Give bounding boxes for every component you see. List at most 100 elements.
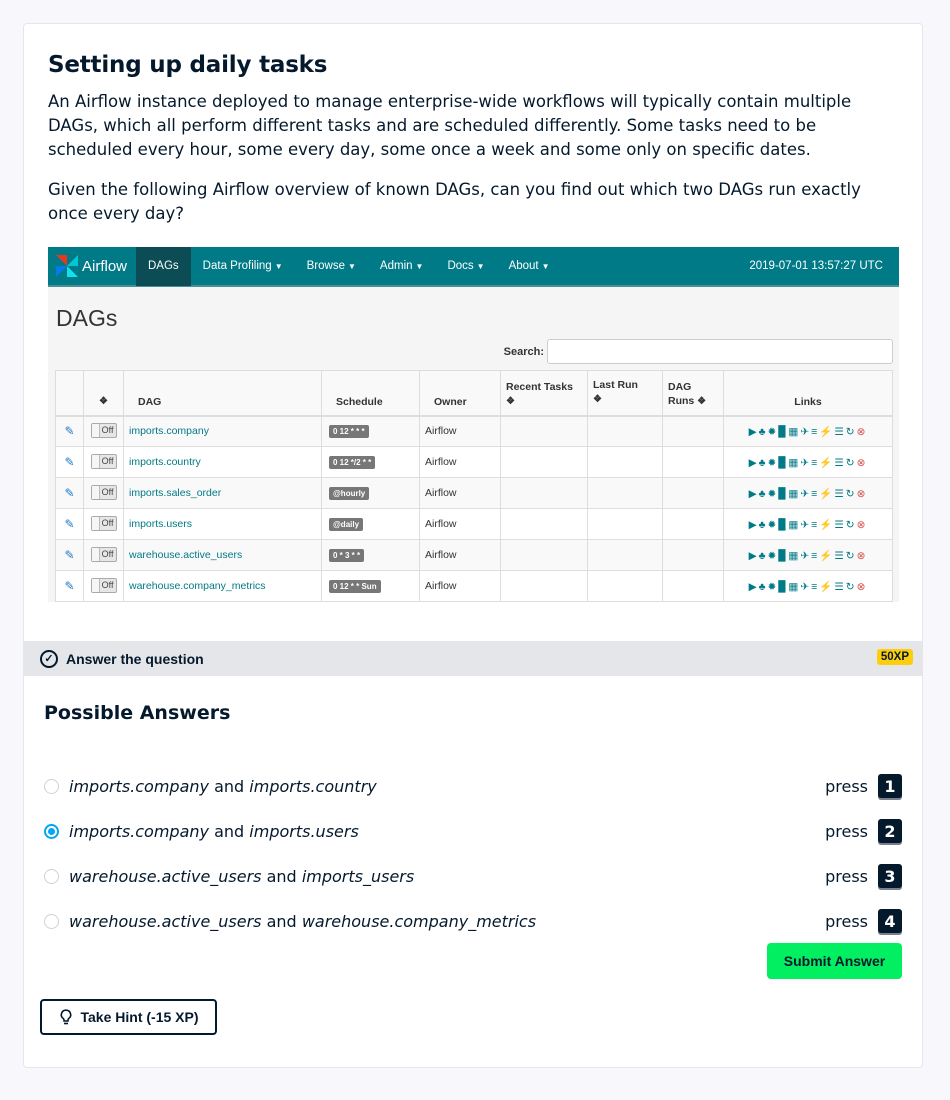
dag-cell: imports.sales_order <box>123 477 322 509</box>
table-row: ✎ Off imports.company 0 12 * * * Airflow ▶♣✹▉… <box>55 415 893 447</box>
info-icon: ❖ <box>697 395 707 407</box>
answer-dag-a: imports.company <box>69 821 209 841</box>
edit-cell: ✎ <box>55 570 84 602</box>
schedule-badge: 0 12 * * * <box>329 424 369 438</box>
toggle-cell: Off <box>83 446 124 478</box>
exercise-title: Setting up daily tasks <box>48 52 328 78</box>
last-run-cell <box>587 570 663 602</box>
tasks-icon: ▦ <box>788 549 801 562</box>
plane-icon: ✈ <box>800 456 812 469</box>
answer-text: warehouse.active_users and warehouse.com… <box>69 912 536 931</box>
refresh-icon: ↻ <box>845 580 857 593</box>
press-hint: press 3 <box>825 864 902 888</box>
owner-cell: Airflow <box>419 446 501 478</box>
recent-tasks-cell <box>500 570 588 602</box>
radio-button[interactable] <box>44 778 59 794</box>
play-circle-icon: ▶ <box>748 487 759 500</box>
owner-cell: Airflow <box>419 539 501 571</box>
table-row: ✎ Off warehouse.company_metrics 0 12 * * Su… <box>55 570 893 602</box>
answer-dag-a: imports.company <box>69 776 209 796</box>
col-last-run: Last Run ❖ <box>587 370 663 417</box>
owner-text: Airflow <box>425 456 457 468</box>
tree-icon: ♣ <box>758 456 768 469</box>
answer-option[interactable]: warehouse.active_users and imports_users… <box>44 861 902 891</box>
plane-icon: ✈ <box>800 549 812 562</box>
answer-dag-a: warehouse.active_users <box>69 866 262 886</box>
owner-text: Airflow <box>425 549 457 561</box>
answer-join: and <box>266 866 297 886</box>
table-row: ✎ Off warehouse.active_users 0 * 3 * * Airfl… <box>55 539 893 571</box>
dag-runs-cell <box>662 570 724 602</box>
delete-icon: ⊗ <box>856 456 868 469</box>
toggle-cell: Off <box>83 508 124 540</box>
take-hint-button[interactable]: Take Hint (-15 XP) <box>40 999 217 1035</box>
answer-option[interactable]: warehouse.active_users and warehouse.com… <box>44 906 902 936</box>
last-run-cell <box>587 539 663 571</box>
schedule-cell: 0 12 * * * <box>321 415 420 447</box>
edit-cell: ✎ <box>55 477 84 509</box>
answer-text: imports.company and imports.country <box>69 777 377 796</box>
col-label: Last Run <box>593 379 638 391</box>
nav-data-profiling: Data Profiling ▼ <box>191 247 295 286</box>
radio-button[interactable] <box>44 823 59 839</box>
nav-label: Browse <box>306 260 345 272</box>
answer-bar-label: Answer the question <box>66 650 204 667</box>
key-badge: 1 <box>878 774 902 798</box>
links-group: ▶♣✹▉▦✈≡⚡☰↻⊗ <box>749 488 868 500</box>
schedule-cell: @hourly <box>321 477 420 509</box>
toggle-cell: Off <box>83 477 124 509</box>
press-hint: press 2 <box>825 819 902 843</box>
info-icon: ❖ <box>593 394 602 405</box>
dag-runs-cell <box>662 415 724 447</box>
links-cell: ▶♣✹▉▦✈≡⚡☰↻⊗ <box>723 570 893 602</box>
table-row: ✎ Off imports.country 0 12 */2 * * Airflow ▶♣… <box>55 446 893 478</box>
bolt-icon: ⚡ <box>819 518 835 531</box>
links-cell: ▶♣✹▉▦✈≡⚡☰↻⊗ <box>723 415 893 447</box>
chevron-down-icon: ▼ <box>348 261 356 271</box>
recent-tasks-cell <box>500 477 588 509</box>
list-icon: ☰ <box>834 425 846 438</box>
recent-tasks-cell <box>500 446 588 478</box>
nav-about: About ▼ <box>497 247 562 286</box>
press-label: press <box>825 776 868 796</box>
plane-icon: ✈ <box>800 580 812 593</box>
radio-button[interactable] <box>44 913 59 929</box>
lightbulb-icon <box>60 1009 71 1025</box>
edit-icon: ✎ <box>64 548 75 562</box>
dag-cell: imports.country <box>123 446 322 478</box>
answer-option[interactable]: imports.company and imports.country press… <box>44 771 902 801</box>
delete-icon: ⊗ <box>856 580 868 593</box>
answer-text: imports.company and imports.users <box>69 822 359 841</box>
col-label: Recent Tasks <box>506 380 573 393</box>
chevron-down-icon: ▼ <box>274 261 283 271</box>
play-circle-icon: ▶ <box>748 580 759 593</box>
answer-dag-b: imports.country <box>249 776 377 796</box>
search-label: Search: <box>503 345 544 358</box>
info-icon: ❖ <box>506 395 515 407</box>
gear-icon: ✹ <box>767 425 779 438</box>
bar-chart-icon: ▉ <box>778 456 789 469</box>
pinwheel-icon <box>56 255 78 277</box>
airflow-navbar: Airflow DAGs Data Profiling ▼ Browse ▼ Adm… <box>48 247 899 287</box>
gear-icon: ✹ <box>767 549 779 562</box>
col-links: Links <box>723 370 893 417</box>
dag-runs-cell <box>662 539 724 571</box>
delete-icon: ⊗ <box>856 425 868 438</box>
refresh-icon: ↻ <box>845 549 857 562</box>
owner-cell: Airflow <box>419 415 501 447</box>
answer-option[interactable]: imports.company and imports.users press 2 <box>44 816 902 846</box>
dag-link: imports.company <box>129 425 209 438</box>
answer-text: warehouse.active_users and imports_users <box>69 867 414 886</box>
delete-icon: ⊗ <box>856 549 868 562</box>
links-group: ▶♣✹▉▦✈≡⚡☰↻⊗ <box>749 426 868 438</box>
toggle-cell: Off <box>83 539 124 571</box>
bolt-icon: ⚡ <box>819 456 835 469</box>
search-input <box>547 339 893 364</box>
delete-icon: ⊗ <box>856 487 868 500</box>
answer-join: and <box>266 911 297 931</box>
play-circle-icon: ▶ <box>748 549 759 562</box>
col-info: ❖ <box>83 370 124 417</box>
schedule-badge: @daily <box>329 517 364 531</box>
submit-answer-button[interactable]: Submit Answer <box>767 943 902 979</box>
radio-button[interactable] <box>44 868 59 884</box>
